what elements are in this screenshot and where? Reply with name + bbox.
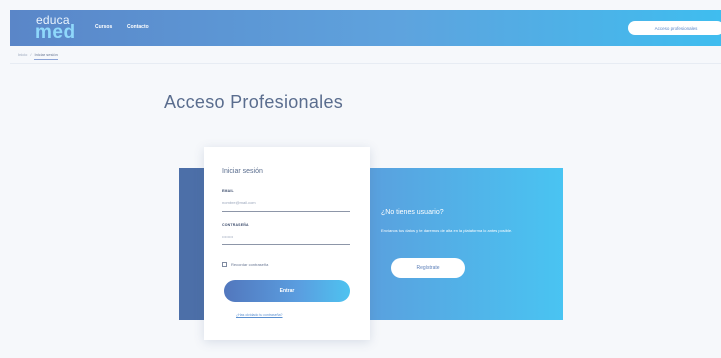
password-label: CONTRASEÑA	[222, 223, 249, 227]
forgot-password-link[interactable]: ¿Has olvidado tu contraseña?	[236, 313, 283, 317]
educamed-logo[interactable]: educa med	[33, 12, 77, 44]
signup-question: ¿No tienes usuario?	[381, 209, 444, 216]
nav-link-cursos[interactable]: Cursos	[95, 24, 112, 30]
breadcrumb-home[interactable]: Inicio	[18, 52, 27, 57]
entrar-button[interactable]: Entrar	[224, 280, 350, 302]
login-title: Iniciar sesión	[222, 168, 263, 175]
top-navbar: educa med Cursos Contacto Acceso profesi…	[10, 10, 721, 46]
email-underline	[222, 211, 350, 212]
signup-panel: ¿No tienes usuario? Envíanos tus datos y…	[367, 168, 563, 320]
breadcrumb: Inicio / Iniciar sesión	[18, 50, 59, 60]
remember-checkbox[interactable]	[222, 261, 227, 267]
password-field[interactable]	[222, 232, 350, 241]
logo-text-med: med	[35, 22, 76, 43]
breadcrumb-current: Iniciar sesión	[34, 51, 59, 60]
acceso-profesionales-button[interactable]: Acceso profesionales	[628, 21, 721, 35]
login-card: Iniciar sesión EMAIL CONTRASEÑA Recordar…	[204, 147, 370, 340]
breadcrumb-divider	[10, 63, 721, 64]
breadcrumb-separator: /	[30, 51, 32, 57]
password-underline	[222, 244, 350, 245]
remember-label: Recordar contraseña	[231, 261, 269, 267]
remember-password-row[interactable]: Recordar contraseña	[222, 260, 268, 268]
registrate-button[interactable]: Regístrate	[391, 258, 465, 278]
email-label: EMAIL	[222, 189, 234, 193]
nav-link-contacto[interactable]: Contacto	[127, 24, 149, 30]
page-title: Acceso Profesionales	[164, 92, 344, 112]
email-field[interactable]	[222, 198, 350, 207]
signup-description: Envíanos tus datos y te daremos de alta …	[381, 228, 513, 233]
